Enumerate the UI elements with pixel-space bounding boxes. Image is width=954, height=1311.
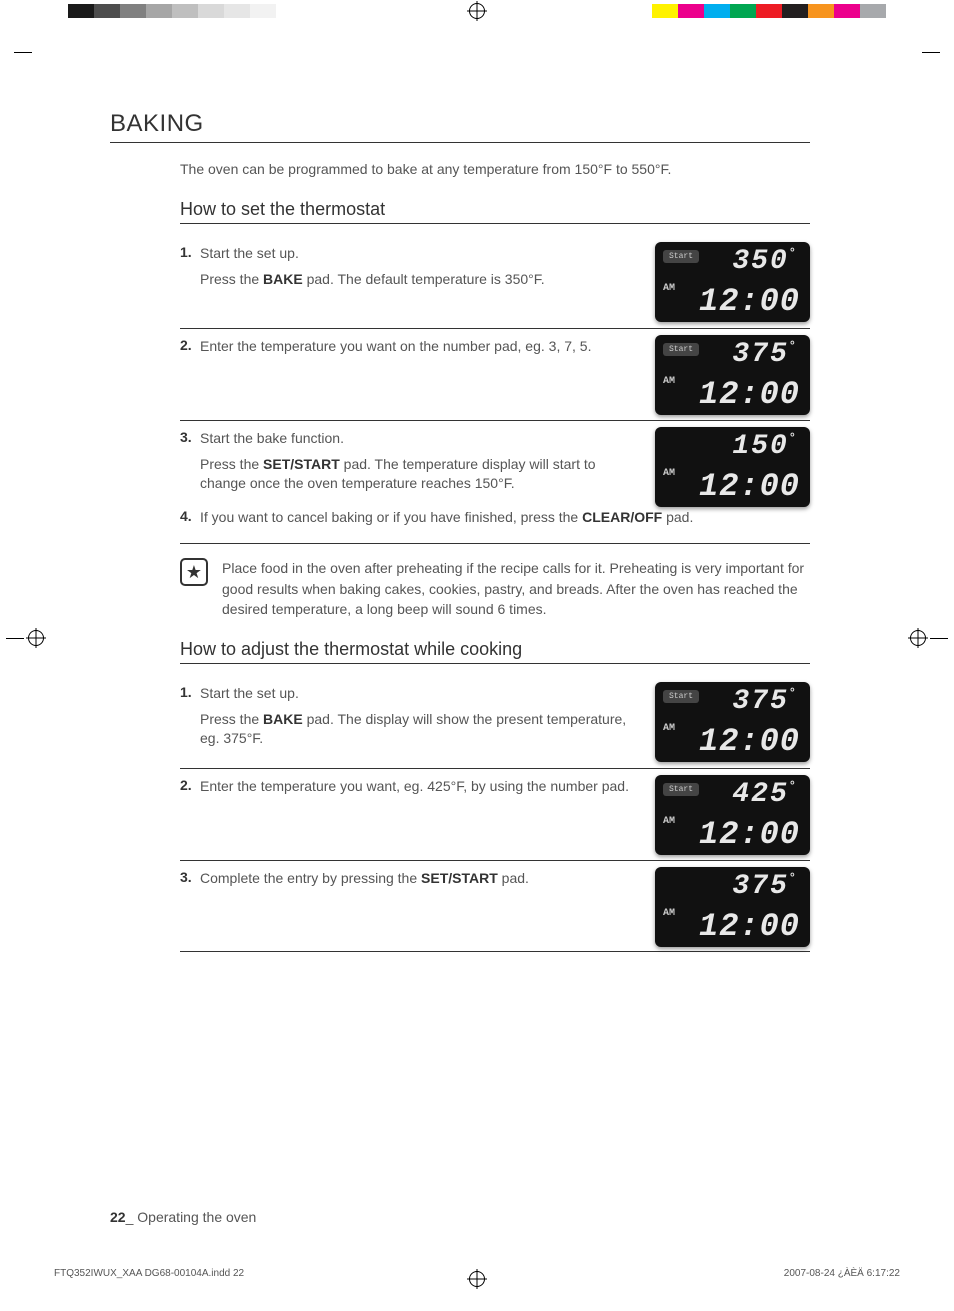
am-label: AM [663, 283, 675, 294]
start-label: Start [663, 690, 699, 703]
step-1: 1. Start the set up. Press the BAKE pad.… [180, 236, 810, 328]
print-metadata: FTQ352IWUX_XAA DG68-00104A.indd 22 2007-… [54, 1268, 900, 1279]
note-box: ★ Place food in the oven after preheatin… [180, 544, 810, 639]
star-icon: ★ [180, 558, 208, 586]
meta-filename: FTQ352IWUX_XAA DG68-00104A.indd 22 [54, 1268, 244, 1279]
step-4: 4. If you want to cancel baking or if yo… [180, 500, 810, 545]
am-label: AM [663, 468, 675, 479]
section-title-thermostat: How to set the thermostat [180, 199, 810, 224]
time-readout: 12:00 [699, 283, 800, 320]
temp-readout: 350° [732, 246, 798, 277]
step-3: 3. Start the bake function. Press the SE… [180, 420, 810, 500]
temp-readout: 375° [732, 339, 798, 370]
temp-readout: 425° [732, 779, 798, 810]
oven-display: Start AM 425° 12:00 [655, 775, 810, 855]
time-readout: 12:00 [699, 908, 800, 945]
oven-display: AM 150° 12:00 [655, 427, 810, 507]
step-text: Start the bake function. [200, 429, 640, 449]
intro-text: The oven can be programmed to bake at an… [180, 161, 810, 177]
step-text: Press the SET/START pad. The temperature… [200, 455, 640, 494]
start-label: Start [663, 250, 699, 263]
start-label: Start [663, 343, 699, 356]
am-label: AM [663, 376, 675, 387]
temp-readout: 375° [732, 871, 798, 902]
step-text: Press the BAKE pad. The display will sho… [200, 710, 640, 749]
step-text: Start the set up. [200, 244, 640, 264]
time-readout: 12:00 [699, 723, 800, 760]
step-text: If you want to cancel baking or if you h… [200, 508, 810, 528]
note-text: Place food in the oven after preheating … [222, 558, 810, 619]
adj-step-1: 1. Start the set up. Press the BAKE pad.… [180, 676, 810, 768]
grayscale-strip [68, 4, 302, 18]
oven-display: Start AM 375° 12:00 [655, 335, 810, 415]
registration-mark-icon [28, 630, 44, 646]
oven-display: Start AM 375° 12:00 [655, 682, 810, 762]
registration-mark-icon [469, 3, 485, 19]
crop-mark-left [6, 630, 44, 646]
section-title-adjust: How to adjust the thermostat while cooki… [180, 639, 810, 664]
time-readout: 12:00 [699, 816, 800, 853]
temp-readout: 375° [732, 686, 798, 717]
time-readout: 12:00 [699, 376, 800, 413]
page-heading: BAKING [110, 110, 810, 143]
crop-mark-right [910, 630, 948, 646]
temp-readout: 150° [732, 431, 798, 462]
am-label: AM [663, 723, 675, 734]
am-label: AM [663, 816, 675, 827]
meta-timestamp: 2007-08-24 ¿ÀÈÄ 6:17:22 [784, 1268, 900, 1279]
step-2: 2. Enter the temperature you want on the… [180, 328, 810, 420]
oven-display: AM 375° 12:00 [655, 867, 810, 947]
adj-step-2: 2. Enter the temperature you want, eg. 4… [180, 768, 810, 860]
step-text: Enter the temperature you want on the nu… [200, 337, 640, 357]
step-text: Enter the temperature you want, eg. 425°… [200, 777, 640, 797]
page-footer: 22_ Operating the oven [110, 1209, 256, 1225]
oven-display: Start AM 350° 12:00 [655, 242, 810, 322]
color-strip [652, 4, 886, 18]
step-text: Complete the entry by pressing the SET/S… [200, 869, 640, 889]
crop-marks [0, 52, 954, 53]
step-text: Start the set up. [200, 684, 640, 704]
start-label: Start [663, 783, 699, 796]
registration-mark-icon [910, 630, 926, 646]
am-label: AM [663, 908, 675, 919]
step-text: Press the BAKE pad. The default temperat… [200, 270, 640, 290]
adj-step-3: 3. Complete the entry by pressing the SE… [180, 860, 810, 952]
